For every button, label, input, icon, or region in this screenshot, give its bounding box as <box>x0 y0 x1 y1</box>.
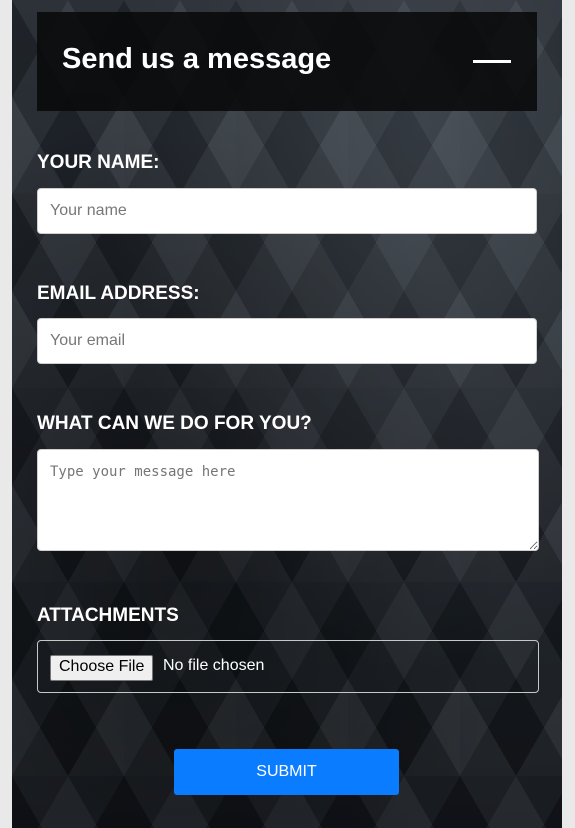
email-label: EMAIL ADDRESS: <box>37 283 200 304</box>
message-label: WHAT CAN WE DO FOR YOU? <box>37 413 312 434</box>
form-title: Send us a message <box>62 43 332 75</box>
file-status-text: No file chosen <box>163 657 265 674</box>
minus-icon <box>473 60 511 63</box>
attachments-label: ATTACHMENTS <box>37 605 179 626</box>
choose-file-button[interactable]: Choose File <box>50 655 154 681</box>
email-input[interactable] <box>37 318 537 364</box>
contact-form-panel: Send us a message YOUR NAME: EMAIL ADDRE… <box>12 0 562 828</box>
name-input[interactable] <box>37 188 537 234</box>
name-label: YOUR NAME: <box>37 152 160 173</box>
message-textarea[interactable] <box>37 449 539 551</box>
collapse-button[interactable] <box>469 52 517 72</box>
file-input[interactable]: Choose File No file chosen <box>37 640 539 693</box>
form-header: Send us a message <box>37 12 537 111</box>
submit-button[interactable]: SUBMIT <box>174 749 399 795</box>
